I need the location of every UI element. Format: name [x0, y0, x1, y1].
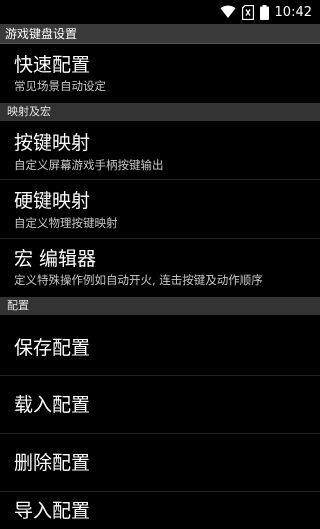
pref-title: 按键映射 [14, 132, 91, 154]
pref-item-save-config[interactable]: 保存配置 [0, 315, 320, 375]
battery-icon [259, 4, 269, 20]
pref-item-delete-config[interactable]: 删除配置 [0, 434, 320, 491]
status-bar: 10:42 [0, 0, 320, 24]
pref-title: 删除配置 [14, 452, 91, 474]
pref-item-key-mapping[interactable]: 按键映射 自定义屏幕游戏手柄按键输出 [0, 121, 320, 179]
pref-summary: 自定义屏幕游戏手柄按键输出 [14, 158, 164, 172]
status-icons: 10:42 [220, 3, 312, 21]
pref-title: 硬键映射 [14, 190, 91, 212]
wifi-icon [220, 5, 236, 19]
pref-summary: 定义特殊操作例如自动开火, 连击按键及动作顺序 [14, 273, 263, 287]
section-header-mapping: 映射及宏 [0, 103, 320, 121]
title-bar: 游戏键盘设置 [0, 24, 320, 44]
section-header-label: 配置 [7, 299, 29, 312]
page-title: 游戏键盘设置 [5, 27, 78, 41]
pref-summary: 常见场景自动设定 [14, 79, 106, 93]
section-header-label: 映射及宏 [7, 105, 51, 118]
screen: 10:42 游戏键盘设置 快速配置 常见场景自动设定 映射及宏 按键映射 自定义… [0, 0, 320, 529]
pref-item-quick-config[interactable]: 快速配置 常见场景自动设定 [0, 45, 320, 101]
pref-item-macro-editor[interactable]: 宏 编辑器 定义特殊操作例如自动开火, 连击按键及动作顺序 [0, 239, 320, 295]
pref-title: 保存配置 [14, 337, 91, 359]
pref-title: 导入配置 [14, 500, 91, 522]
status-time: 10:42 [274, 4, 312, 20]
pref-item-load-config[interactable]: 载入配置 [0, 376, 320, 433]
pref-item-import-config[interactable]: 导入配置 [0, 492, 320, 529]
sim-no-signal-icon [241, 4, 254, 20]
pref-title: 载入配置 [14, 394, 91, 416]
section-header-config: 配置 [0, 297, 320, 315]
pref-summary: 自定义物理按键映射 [14, 216, 118, 230]
pref-title: 宏 编辑器 [14, 248, 97, 270]
pref-item-hard-key-mapping[interactable]: 硬键映射 自定义物理按键映射 [0, 180, 320, 238]
pref-title: 快速配置 [14, 54, 91, 76]
